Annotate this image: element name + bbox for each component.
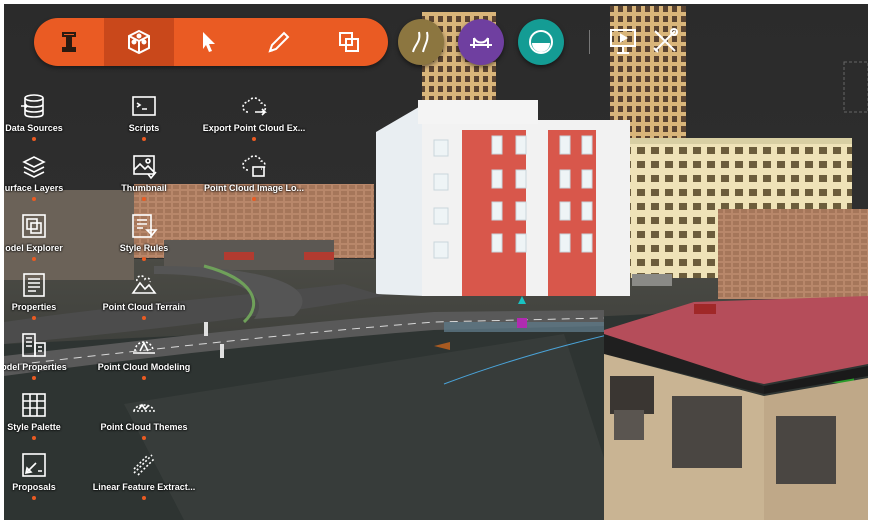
tool-label: urface Layers	[4, 183, 64, 193]
model-cube-icon[interactable]	[104, 18, 174, 66]
tool-label: odel Properties	[4, 362, 67, 372]
bridge-icon[interactable]	[458, 19, 504, 65]
tool-indicator-dot	[32, 316, 36, 320]
tool-point-cloud-terrain[interactable]: Point Cloud Terrain	[84, 271, 204, 329]
tool-indicator-dot	[142, 496, 146, 500]
export-cloud-icon	[242, 97, 267, 116]
tool-data-sources[interactable]: Data Sources	[4, 92, 94, 150]
tool-label: Linear Feature Extract...	[92, 482, 196, 492]
terminal-icon	[132, 96, 156, 116]
crossed-tools-icon[interactable]	[650, 26, 680, 56]
tool-indicator-dot	[252, 197, 256, 201]
tool-thumbnail[interactable]: Thumbnail	[84, 152, 204, 210]
tool-label: Properties	[11, 302, 57, 312]
tool-indicator-dot	[32, 257, 36, 261]
tool-label: Point Cloud Terrain	[102, 302, 186, 312]
model-explorer-icon	[22, 214, 46, 238]
properties-icon	[23, 273, 45, 297]
tool-indicator-dot	[142, 376, 146, 380]
select-arrow-icon[interactable]	[174, 18, 244, 66]
tool-label: Data Sources	[5, 123, 63, 133]
linear-feature-icon	[133, 454, 155, 476]
tool-label: Export Point Cloud Ex...	[202, 123, 306, 133]
tool-indicator-dot	[142, 316, 146, 320]
toolbar-separator	[589, 30, 590, 54]
tool-indicator-dot	[32, 496, 36, 500]
tool-indicator-dot	[32, 436, 36, 440]
tool-point-cloud-modeling[interactable]: Point Cloud Modeling	[84, 331, 204, 389]
infraworks-logo-icon[interactable]	[34, 18, 104, 66]
tool-indicator-dot	[32, 137, 36, 141]
style-rules-icon	[132, 214, 158, 238]
main-toolbar	[34, 18, 388, 66]
tool-label: Scripts	[128, 123, 160, 133]
tool-label: Proposals	[12, 482, 56, 492]
proposals-icon	[22, 453, 46, 477]
tool-label: Point Cloud Themes	[100, 422, 188, 432]
cloud-modeling-icon	[133, 341, 155, 354]
layers-icon	[22, 156, 46, 178]
model-properties-icon	[22, 333, 46, 357]
pencil-icon[interactable]	[244, 18, 314, 66]
road-icon[interactable]	[398, 19, 444, 65]
style-palette-icon	[22, 393, 46, 417]
tool-style-palette[interactable]: Style Palette	[4, 391, 94, 449]
cloud-image-icon	[242, 155, 266, 177]
cloud-terrain-icon	[131, 275, 157, 294]
3d-viewport[interactable]: Data Sources Scripts Export Point Cloud Ex…	[4, 4, 868, 520]
tool-odel-properties[interactable]: odel Properties	[4, 331, 94, 389]
tool-properties[interactable]: Properties	[4, 271, 94, 329]
tool-label: Style Rules	[119, 243, 169, 253]
tool-indicator-dot	[252, 137, 256, 141]
cloud-themes-icon	[132, 403, 156, 412]
tool-odel-explorer[interactable]: odel Explorer	[4, 212, 94, 270]
tool-indicator-dot	[142, 137, 146, 141]
tool-linear-feature-extract[interactable]: Linear Feature Extract...	[84, 451, 204, 509]
tool-indicator-dot	[32, 197, 36, 201]
tool-indicator-dot	[142, 197, 146, 201]
tool-label: Point Cloud Modeling	[97, 362, 191, 372]
tool-style-rules[interactable]: Style Rules	[84, 212, 204, 270]
tool-point-cloud-themes[interactable]: Point Cloud Themes	[84, 391, 204, 449]
tool-urface-layers[interactable]: urface Layers	[4, 152, 94, 210]
tool-proposals[interactable]: Proposals	[4, 451, 94, 509]
tool-indicator-dot	[142, 257, 146, 261]
tool-scripts[interactable]: Scripts	[84, 92, 204, 150]
drainage-icon[interactable]	[518, 19, 564, 65]
overlap-squares-icon[interactable]	[314, 18, 384, 66]
tool-indicator-dot	[32, 376, 36, 380]
presentation-icon[interactable]	[608, 26, 638, 56]
tool-label: Style Palette	[7, 422, 61, 432]
thumbnail-icon	[133, 155, 157, 180]
tool-point-cloud-image-lo[interactable]: Point Cloud Image Lo...	[194, 152, 314, 210]
tool-label: Thumbnail	[121, 183, 167, 193]
tool-indicator-dot	[142, 436, 146, 440]
database-icon	[21, 94, 44, 118]
tool-export-point-cloud-ex[interactable]: Export Point Cloud Ex...	[194, 92, 314, 150]
tool-label: odel Explorer	[5, 243, 63, 253]
tool-label: Point Cloud Image Lo...	[204, 183, 304, 193]
